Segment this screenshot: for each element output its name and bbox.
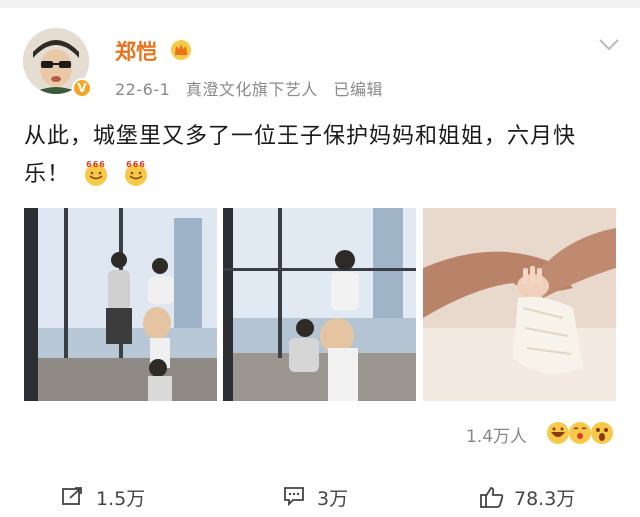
post-text: 从此，城堡里又多了一位王子保护妈妈和姐姐，六月快乐！ 666 666 xyxy=(24,118,614,194)
svg-text:666: 666 xyxy=(126,160,146,169)
edited-label[interactable]: 已编辑 xyxy=(333,80,383,99)
kiss-emoji-icon xyxy=(569,422,591,444)
thumbs-up-icon xyxy=(480,487,504,508)
verified-badge-icon: V xyxy=(72,78,92,98)
share-icon xyxy=(62,487,82,505)
reactions-icons[interactable] xyxy=(545,420,617,446)
crown-icon[interactable] xyxy=(170,38,192,60)
post-date: 22-6-1 xyxy=(115,80,171,99)
comment-count: 3万 xyxy=(317,488,349,510)
username[interactable]: 郑恺 xyxy=(115,36,157,66)
svg-text:666: 666 xyxy=(86,160,106,169)
post-meta: 22-6-1 真澄文化旗下艺人 已编辑 xyxy=(115,76,393,100)
like-count: 78.3万 xyxy=(514,488,576,510)
surprise-emoji-icon xyxy=(591,422,613,444)
baby-hand-photo[interactable] xyxy=(423,208,616,401)
laugh-emoji-icon xyxy=(547,422,569,444)
666-emoji-icon: 666 xyxy=(125,160,148,186)
post-source: 真澄文化旗下艺人 xyxy=(185,80,318,99)
666-emoji-icon: 666 xyxy=(85,160,108,186)
share-count: 1.5万 xyxy=(96,488,146,510)
mother-child-window-photo[interactable] xyxy=(223,208,416,401)
likers-count[interactable]: 1.4万人 xyxy=(466,422,527,447)
chevron-down-icon[interactable] xyxy=(598,38,620,52)
action-bar: 1.5万 3万 78.3万 xyxy=(0,470,640,517)
family-window-photo[interactable] xyxy=(24,208,217,401)
comment-icon xyxy=(284,487,304,506)
top-divider xyxy=(0,0,640,8)
